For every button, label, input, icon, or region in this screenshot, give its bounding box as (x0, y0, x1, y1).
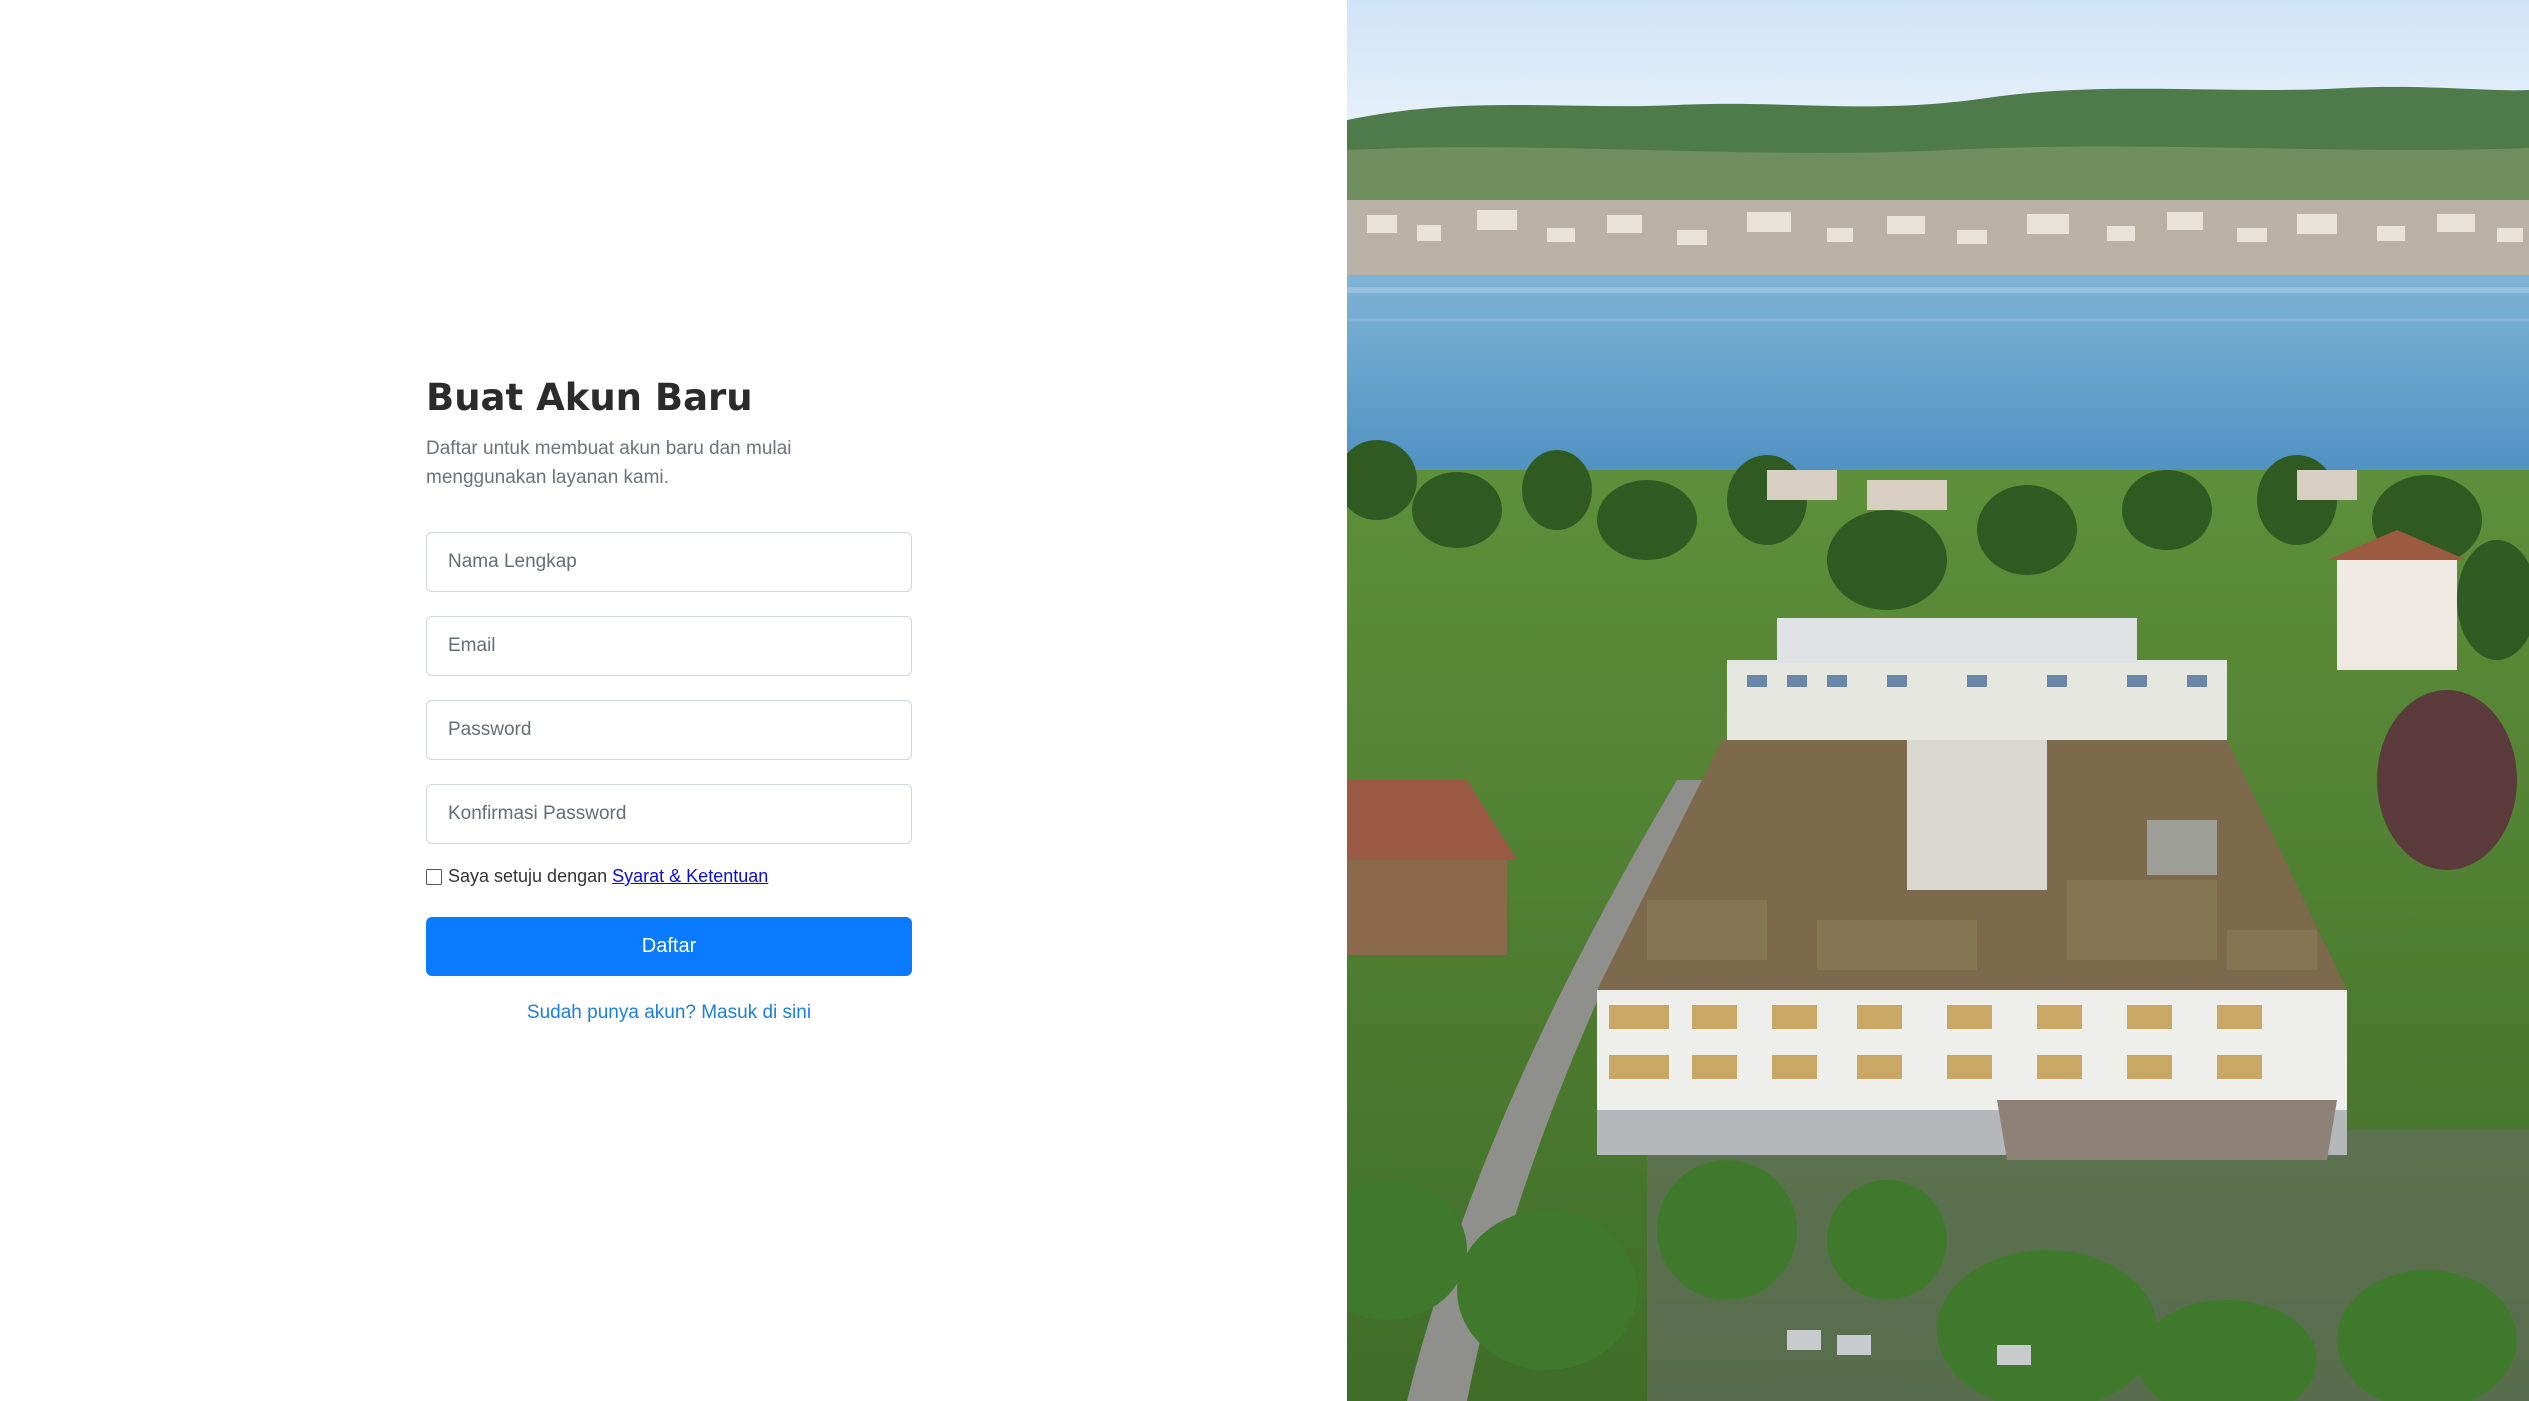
landscape-photo-icon (1347, 0, 2529, 1401)
terms-checkbox[interactable] (426, 868, 442, 885)
page-subtitle: Daftar untuk membuat akun baru dan mulai… (426, 438, 792, 488)
password-input[interactable] (446, 718, 892, 742)
terms-label: Saya setuju dengan (448, 866, 608, 886)
register-page: Buat Akun Baru Daftar untuk membuat akun… (0, 0, 2529, 1401)
register-button[interactable]: Daftar (426, 917, 912, 976)
register-form: Buat Akun Baru Daftar untuk membuat akun… (426, 372, 912, 1024)
hero-image (1347, 0, 2529, 1401)
page-title: Buat Akun Baru (426, 376, 753, 419)
confirm-password-input[interactable] (446, 802, 892, 826)
email-input[interactable] (446, 634, 892, 658)
password-field[interactable] (426, 700, 912, 760)
full-name-input[interactable] (446, 550, 892, 574)
login-link[interactable]: Sudah punya akun? Masuk di sini (426, 1002, 912, 1024)
full-name-field[interactable] (426, 532, 912, 592)
terms-agreement: Saya setuju dengan Syarat & Ketentuan (426, 866, 912, 887)
email-field[interactable] (426, 616, 912, 676)
register-panel: Buat Akun Baru Daftar untuk membuat akun… (0, 0, 1347, 1401)
confirm-password-field[interactable] (426, 784, 912, 844)
terms-link[interactable]: Syarat & Ketentuan (612, 866, 768, 887)
form-fields (426, 532, 912, 844)
